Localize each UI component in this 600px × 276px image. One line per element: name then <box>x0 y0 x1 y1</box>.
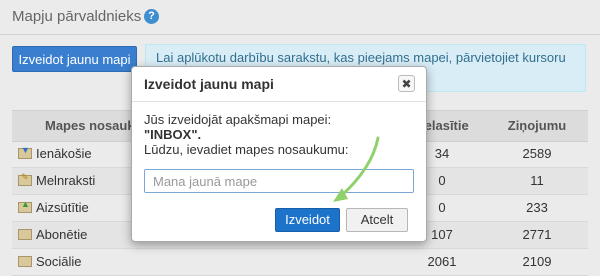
dialog-cancel-button[interactable]: Atcelt <box>346 208 408 232</box>
sent-folder-icon: ▲ <box>18 200 32 213</box>
drafts-folder-icon: ✎ <box>18 173 32 186</box>
dialog-divider <box>132 101 426 102</box>
folder-name: Melnraksti <box>36 173 96 188</box>
message-count: 2771 <box>522 227 552 242</box>
create-folder-dialog: Izveidot jaunu mapi ✖ Jūs izveidojāt apa… <box>131 66 427 242</box>
folder-name: Aizsūtītie <box>36 200 89 215</box>
table-row[interactable]: Sociālie 2061 2109 <box>12 249 588 276</box>
create-folder-button[interactable]: Izveidot jaunu mapi <box>12 46 137 72</box>
message-count: 11 <box>530 173 544 188</box>
message-count: 2589 <box>522 146 552 161</box>
folder-name: Sociālie <box>36 254 82 269</box>
parent-folder-name: "INBOX". <box>144 127 202 142</box>
social-folder-icon <box>18 256 32 267</box>
dialog-message: Jūs izveidojāt apakšmapi mapei: "INBOX".… <box>144 112 414 157</box>
dialog-line-prompt: Lūdzu, ievadiet mapes nosaukumu: <box>144 142 349 157</box>
page-title: Mapju pārvaldnieks <box>12 8 142 25</box>
dialog-title: Izveidot jaunu mapi <box>144 76 274 92</box>
folder-name-input[interactable] <box>144 169 414 193</box>
dialog-create-button[interactable]: Izveidot <box>275 208 340 232</box>
inbox-folder-icon: ▼ <box>18 146 32 159</box>
subscribed-folder-icon <box>18 229 32 240</box>
dialog-line-parent: Jūs izveidojāt apakšmapi mapei: <box>144 112 332 127</box>
message-count: 2109 <box>522 254 552 269</box>
help-icon[interactable]: ? <box>144 9 159 24</box>
close-icon[interactable]: ✖ <box>398 75 415 92</box>
column-header-messages[interactable]: Ziņojumu <box>507 118 567 133</box>
message-count: 233 <box>526 200 548 215</box>
folder-name: Ienākošie <box>36 146 92 161</box>
page-header: Mapju pārvaldnieks ? <box>0 0 600 35</box>
folder-name: Abonētie <box>36 227 88 242</box>
unread-count: 2061 <box>427 254 457 269</box>
